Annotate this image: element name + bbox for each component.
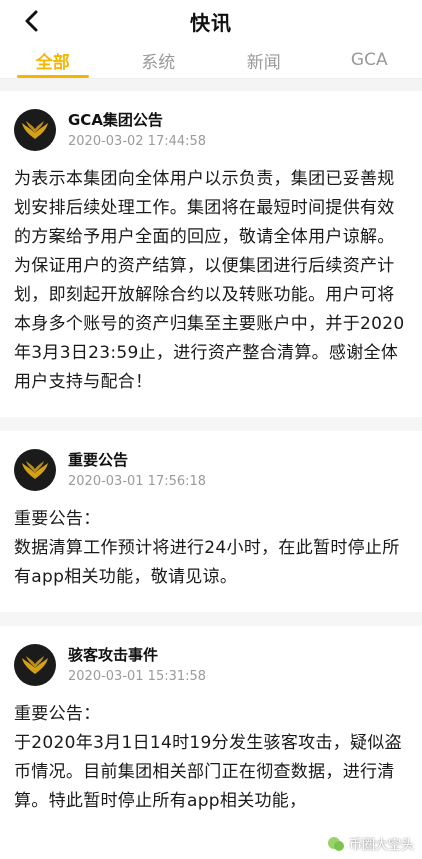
- post-body: 为表示本集团向全体用户以示负责，集团已妥善规划安排后续处理工作。集团将在最短时间…: [14, 165, 408, 397]
- card-header: 重要公告 2020-03-01 17:56:18: [14, 449, 408, 491]
- tab-system[interactable]: 系统: [106, 42, 212, 78]
- post-body: 重要公告： 数据清算工作预计将进行24小时，在此暂时停止所有app相关功能，敬请…: [14, 505, 408, 592]
- post-paragraph: 于2020年3月1日14时19分发生骇客攻击，疑似盗币情况。目前集团相关部门正在…: [14, 733, 402, 811]
- post-time: 2020-03-01 17:56:18: [68, 473, 207, 489]
- watermark-text: 币圈大空头: [348, 838, 414, 853]
- tab-all[interactable]: 全部: [0, 42, 106, 78]
- top-bar: 快讯: [0, 0, 422, 42]
- post-paragraph: 为保证用户的资产结算，以便集团进行后续资产计划，即刻起开放解除合约以及转账功能。…: [14, 256, 405, 392]
- news-card[interactable]: GCA集团公告 2020-03-02 17:44:58 为表示本集团向全体用户以…: [0, 91, 422, 417]
- watermark: 币圈大空头: [327, 834, 414, 853]
- wechat-icon: [327, 836, 344, 851]
- post-author: GCA集团公告: [68, 110, 163, 129]
- post-time: 2020-03-01 15:31:58: [68, 668, 207, 684]
- card-header: 骇客攻击事件 2020-03-01 15:31:58: [14, 644, 408, 686]
- post-paragraph: 重要公告：: [14, 704, 101, 724]
- back-button[interactable]: [18, 8, 44, 34]
- section-gap: [0, 79, 422, 91]
- post-author: 骇客攻击事件: [68, 645, 159, 664]
- post-paragraph: 为表示本集团向全体用户以示负责，集团已妥善规划安排后续处理工作。集团将在最短时间…: [14, 169, 395, 247]
- page-title: 快讯: [190, 10, 232, 35]
- post-author: 重要公告: [68, 450, 129, 469]
- divider: [0, 417, 422, 431]
- news-card[interactable]: 骇客攻击事件 2020-03-01 15:31:58 重要公告： 于2020年3…: [0, 626, 422, 836]
- chevron-left-icon: [25, 10, 38, 32]
- post-paragraph: 数据清算工作预计将进行24小时，在此暂时停止所有app相关功能，敬请见谅。: [14, 538, 400, 587]
- gca-logo-icon: [14, 449, 56, 491]
- tab-bar: 全部 系统 新闻 GCA: [0, 42, 422, 79]
- tab-news[interactable]: 新闻: [211, 42, 317, 78]
- tab-gca[interactable]: GCA: [317, 42, 422, 78]
- gca-logo-icon: [14, 109, 56, 151]
- post-time: 2020-03-02 17:44:58: [68, 133, 207, 149]
- post-body: 重要公告： 于2020年3月1日14时19分发生骇客攻击，疑似盗币情况。目前集团…: [14, 700, 408, 816]
- gca-logo-icon: [14, 644, 56, 686]
- card-header: GCA集团公告 2020-03-02 17:44:58: [14, 109, 408, 151]
- news-card[interactable]: 重要公告 2020-03-01 17:56:18 重要公告： 数据清算工作预计将…: [0, 431, 422, 612]
- divider: [0, 612, 422, 626]
- post-paragraph: 重要公告：: [14, 509, 101, 529]
